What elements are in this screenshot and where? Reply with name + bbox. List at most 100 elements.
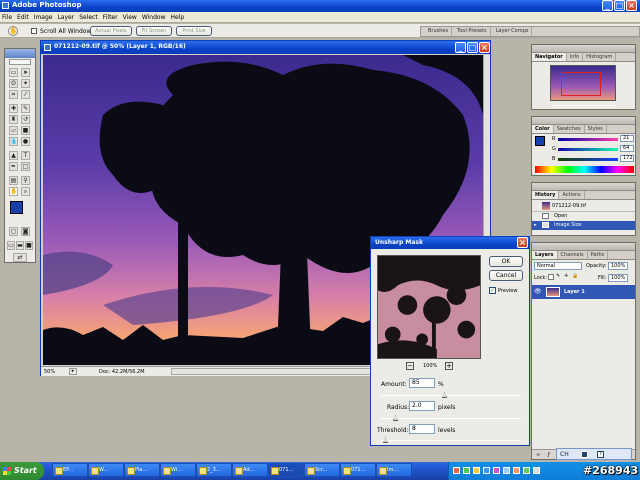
taskbar-item-9[interactable]: 071... — [340, 463, 376, 477]
layer-style-icon[interactable]: ƒ — [548, 452, 550, 458]
dialog-close-button[interactable]: × — [517, 237, 528, 248]
navigator-view-box[interactable] — [561, 72, 601, 96]
color-spectrum-bar[interactable] — [535, 166, 634, 173]
visibility-eye-icon[interactable]: 👁 — [534, 288, 542, 295]
tray-icon-7[interactable] — [513, 467, 520, 474]
actual-pixels-button[interactable]: Actual Pixels — [90, 26, 132, 36]
lock-move-icon[interactable]: ✛ — [564, 274, 570, 280]
path-select-icon[interactable]: ▲ — [9, 151, 18, 160]
well-tab-brushes[interactable]: Brushes — [425, 27, 453, 36]
amount-slider[interactable] — [381, 395, 521, 396]
slice-tool-icon[interactable]: ⁄ — [21, 90, 30, 99]
cancel-button[interactable]: Cancel — [489, 270, 523, 281]
channel-g-slider[interactable] — [558, 148, 618, 151]
healing-brush-icon[interactable]: ✚ — [9, 104, 18, 113]
preview-zoom-out-icon[interactable]: − — [406, 362, 414, 370]
type-tool-icon[interactable]: T — [21, 151, 30, 160]
tray-icon-1[interactable] — [453, 467, 460, 474]
tab-info[interactable]: Info — [567, 53, 584, 61]
menu-file[interactable]: File — [2, 14, 12, 21]
lock-transparency-icon[interactable] — [548, 274, 554, 280]
taskbar-item-4[interactable]: Wi... — [160, 463, 196, 477]
menu-edit[interactable]: Edit — [17, 14, 29, 21]
print-size-button[interactable]: Print Size — [176, 26, 212, 36]
tray-icon-4[interactable] — [483, 467, 490, 474]
close-button[interactable]: × — [626, 0, 637, 11]
language-indicator[interactable]: CH — [560, 451, 569, 458]
tab-swatches[interactable]: Swatches — [554, 125, 585, 133]
opacity-field[interactable]: 100% — [608, 262, 628, 270]
quick-mask-icon[interactable]: ◙ — [21, 227, 30, 236]
tab-history[interactable]: History — [532, 191, 560, 199]
taskbar-item-photoshop[interactable]: 071... — [268, 463, 304, 477]
link-layers-icon[interactable]: ∞ — [536, 452, 540, 458]
tab-color[interactable]: Color — [532, 125, 554, 133]
marquee-tool-icon[interactable]: ▭ — [9, 68, 18, 77]
lasso-tool-icon[interactable]: ʘ — [9, 79, 18, 88]
navigator-zoom-slider[interactable] — [552, 105, 616, 106]
color-fg-swatch[interactable] — [535, 136, 545, 146]
zoom-level[interactable]: 50% — [44, 369, 55, 375]
notes-tool-icon[interactable]: ▤ — [9, 176, 18, 185]
tray-icon-5[interactable] — [493, 467, 500, 474]
history-item-open[interactable]: Open — [532, 212, 635, 221]
well-tab-tool-presets[interactable]: Tool Presets — [454, 27, 491, 36]
menu-layer[interactable]: Layer — [57, 14, 74, 21]
tab-paths[interactable]: Paths — [588, 251, 609, 259]
preview-zoom-in-icon[interactable]: + — [445, 362, 453, 370]
lock-paint-icon[interactable]: ✎ — [556, 274, 562, 280]
hand-tool-icon[interactable]: ✋ — [8, 26, 18, 36]
history-item-image-size[interactable]: ▸ Image Size — [532, 221, 635, 230]
eyedropper-icon[interactable]: ⚲ — [21, 176, 30, 185]
tab-channels[interactable]: Channels — [558, 251, 588, 259]
channel-r-value[interactable]: 21 — [620, 135, 634, 142]
dialog-preview-image[interactable] — [377, 255, 481, 359]
radius-field[interactable]: 2.0 — [409, 401, 435, 411]
layer-row[interactable]: 👁 Layer 1 — [532, 285, 635, 299]
amount-field[interactable]: 85 — [409, 378, 435, 388]
crop-tool-icon[interactable]: ⌗ — [9, 90, 18, 99]
menu-help[interactable]: Help — [171, 14, 185, 21]
fill-field[interactable]: 100% — [608, 274, 628, 282]
status-menu-arrow-icon[interactable]: ▸ — [69, 368, 77, 375]
screen-mode-2-icon[interactable]: ▬ — [16, 241, 24, 250]
history-brush-icon[interactable]: ↺ — [21, 115, 30, 124]
menu-filter[interactable]: Filter — [103, 14, 118, 21]
tray-icon-9[interactable] — [533, 467, 540, 474]
restore-button[interactable]: □ — [614, 0, 625, 11]
minimize-button[interactable]: _ — [602, 0, 613, 11]
clone-stamp-icon[interactable]: ♜ — [9, 115, 18, 124]
dodge-tool-icon[interactable]: ● — [21, 137, 30, 146]
taskbar-item-5[interactable]: 2_3... — [196, 463, 232, 477]
ime-icon[interactable] — [581, 451, 588, 458]
blur-tool-icon[interactable]: 💧 — [9, 137, 18, 146]
tab-actions[interactable]: Actions — [559, 191, 585, 199]
pen-tool-icon[interactable]: ✒ — [9, 162, 18, 171]
tray-icon-3[interactable] — [473, 467, 480, 474]
language-help-icon[interactable]: ? — [597, 451, 604, 458]
doc-minimize-button[interactable]: _ — [455, 42, 466, 53]
magic-wand-icon[interactable]: ✦ — [21, 79, 30, 88]
tray-icon-6[interactable] — [503, 467, 510, 474]
tray-icon-2[interactable] — [463, 467, 470, 474]
taskbar-item-6[interactable]: Ad... — [232, 463, 268, 477]
gradient-tool-icon[interactable]: ■ — [21, 126, 30, 135]
blend-mode-select[interactable]: Normal — [534, 262, 582, 270]
standard-mode-icon[interactable]: ◻ — [9, 227, 18, 236]
taskbar-item-3[interactable]: Pla... — [124, 463, 160, 477]
tray-icon-8[interactable] — [523, 467, 530, 474]
lock-all-icon[interactable]: 🔒 — [572, 274, 578, 280]
ok-button[interactable]: OK — [489, 256, 523, 267]
foreground-color-swatch[interactable] — [10, 201, 23, 214]
tab-layers[interactable]: Layers — [532, 251, 558, 259]
channel-b-slider[interactable] — [558, 158, 618, 161]
brush-tool-icon[interactable]: ✎ — [21, 104, 30, 113]
well-tab-layer-comps[interactable]: Layer Comps — [493, 27, 533, 36]
tab-histogram[interactable]: Histogram — [583, 53, 617, 61]
shape-tool-icon[interactable]: □ — [21, 162, 30, 171]
doc-close-button[interactable]: × — [479, 42, 490, 53]
fit-screen-button[interactable]: Fit Screen — [136, 26, 172, 36]
tab-navigator[interactable]: Navigator — [532, 53, 567, 61]
start-button[interactable]: Start — [0, 462, 44, 480]
screen-mode-3-icon[interactable]: ■ — [25, 241, 33, 250]
